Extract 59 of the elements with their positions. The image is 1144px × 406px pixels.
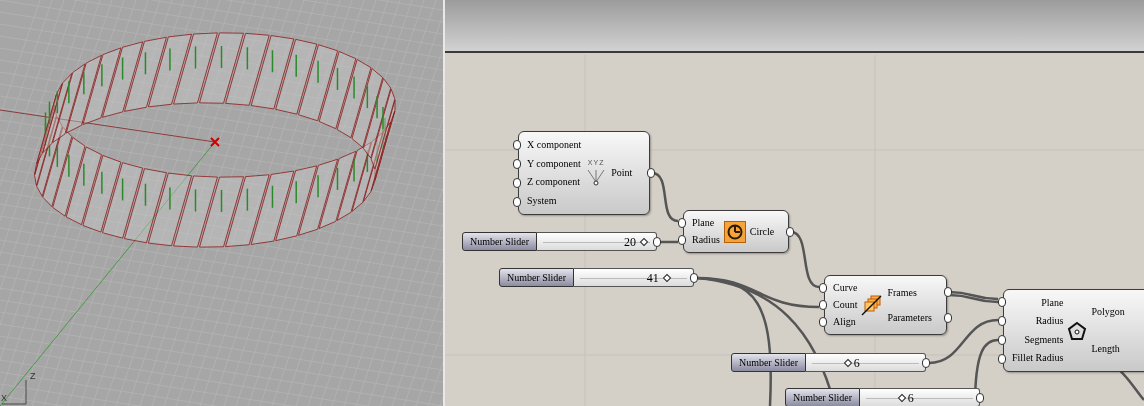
output-label: Length — [1091, 342, 1121, 355]
component-node[interactable]: Plane Radius Circle — [683, 210, 789, 253]
axis-label: X — [1, 394, 7, 403]
input-port[interactable] — [819, 300, 827, 310]
slider-value: 41 — [646, 270, 659, 286]
slider-label: Number Slider — [785, 388, 860, 406]
input-label: Radius — [1035, 315, 1064, 328]
input-port[interactable] — [998, 353, 1006, 364]
input-label: X component — [527, 139, 582, 152]
output-port[interactable] — [647, 168, 655, 178]
input-port[interactable] — [678, 235, 686, 246]
wire — [659, 240, 678, 244]
input-label: Curve — [833, 282, 858, 295]
output-label: Point — [611, 167, 634, 179]
pentagon-icon — [1067, 320, 1088, 341]
input-label: Radius — [692, 233, 720, 246]
axis-label: Z — [30, 372, 36, 381]
stacked-frames-icon — [861, 294, 884, 316]
output-port[interactable] — [653, 237, 661, 247]
input-label: Align — [833, 315, 856, 328]
input-label: Segments — [1024, 333, 1064, 346]
slider-label: Number Slider — [499, 268, 574, 287]
input-port[interactable] — [513, 158, 521, 169]
input-port[interactable] — [998, 316, 1006, 327]
output-label: Frames — [887, 286, 918, 299]
input-label: Plane — [1041, 297, 1064, 310]
component-node[interactable]: Curve Count Align Frames Parameters — [824, 275, 947, 335]
slider-label: Number Slider — [462, 232, 537, 251]
output-port[interactable] — [786, 226, 794, 237]
input-port[interactable] — [819, 317, 827, 328]
slider-value: 6 — [907, 390, 914, 406]
input-label: Fillet Radius — [1012, 351, 1064, 364]
input-port[interactable] — [513, 177, 521, 188]
input-port[interactable] — [513, 139, 521, 150]
output-label: Parameters — [887, 311, 933, 324]
node-canvas[interactable] — [445, 0, 1144, 406]
input-label: Count — [833, 299, 858, 311]
input-port[interactable] — [998, 297, 1006, 308]
component-node[interactable]: Plane Radius Segments Fillet Radius Polygon Length — [1003, 289, 1144, 372]
output-port[interactable] — [690, 273, 698, 283]
output-port[interactable] — [944, 287, 952, 297]
input-label: Y component — [527, 157, 581, 170]
3d-viewport[interactable]: Z X — [0, 0, 443, 406]
output-label: Circle — [749, 225, 776, 238]
input-port[interactable] — [998, 334, 1006, 345]
output-port[interactable] — [976, 393, 984, 403]
slider-value: 6 — [853, 355, 860, 371]
slider-grip[interactable] — [897, 393, 906, 403]
input-label: Plane — [692, 217, 715, 230]
input-label: Z component — [527, 176, 581, 189]
output-port[interactable] — [944, 313, 952, 323]
input-port[interactable] — [513, 196, 521, 207]
output-port[interactable] — [922, 358, 930, 368]
input-label: System — [527, 194, 557, 207]
slider-value: 20 — [624, 234, 637, 250]
input-port[interactable] — [678, 217, 686, 228]
slider-label: Number Slider — [731, 353, 806, 372]
output-label: Polygon — [1091, 306, 1126, 319]
input-port[interactable] — [819, 282, 827, 293]
